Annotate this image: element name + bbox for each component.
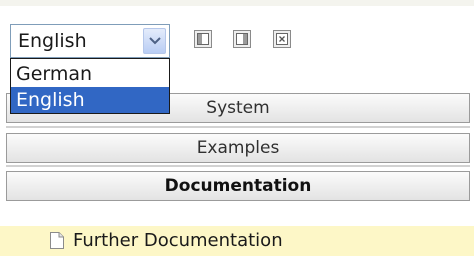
language-option-german[interactable]: German xyxy=(11,61,169,87)
document-icon xyxy=(50,232,64,253)
doc-tree-item-label: Further Documentation xyxy=(73,230,283,251)
language-option-english[interactable]: English xyxy=(11,87,169,113)
language-select[interactable]: English xyxy=(10,24,170,58)
nav-divider xyxy=(6,165,470,167)
chevron-down-icon[interactable] xyxy=(143,28,166,54)
language-select-value: English xyxy=(18,30,87,52)
close-button[interactable] xyxy=(273,30,291,48)
top-border xyxy=(0,0,474,6)
doc-tree-item-further-documentation[interactable]: Further Documentation xyxy=(0,226,474,256)
nav-divider xyxy=(6,126,470,128)
nav-item-documentation[interactable]: Documentation xyxy=(6,171,470,201)
panel-left-button[interactable] xyxy=(194,30,212,48)
panel-right-button[interactable] xyxy=(233,30,251,48)
nav-item-examples[interactable]: Examples xyxy=(6,133,470,163)
language-dropdown-list: German English xyxy=(10,58,170,114)
